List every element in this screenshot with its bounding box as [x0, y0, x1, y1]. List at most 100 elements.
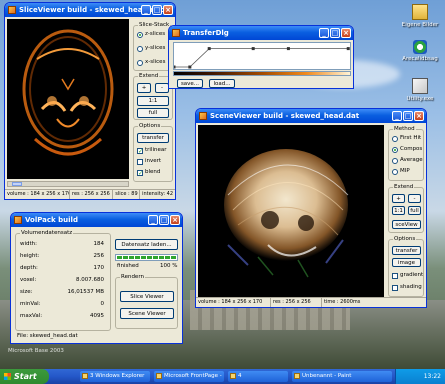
options-group: Options transfer image gradient shading — [388, 236, 424, 297]
group-title: Options — [138, 123, 162, 130]
full-button[interactable]: full — [408, 206, 421, 215]
transfer-control-point[interactable] — [251, 47, 255, 51]
radio-label: MIP — [400, 168, 410, 174]
zoom-in-button[interactable]: + — [137, 83, 151, 93]
radio-label: Compos — [400, 146, 423, 152]
task-label: Microsoft FrontPage - — [164, 373, 222, 379]
taskbar-item-frontpage[interactable]: Microsoft FrontPage - — [154, 371, 224, 382]
minimize-button[interactable]: _ — [141, 5, 151, 15]
window-title: VolPack build — [25, 216, 78, 224]
scene-viewer-window: SceneViewer build - skewed_head.dat _ □ … — [195, 108, 427, 308]
zoom-out-button[interactable]: - — [408, 194, 421, 203]
extend-group: Extend + - 1:1 full sceView — [388, 184, 424, 233]
transfer-control-point[interactable] — [172, 65, 176, 69]
invert-checkbox[interactable] — [137, 159, 143, 165]
progress-fill — [117, 256, 176, 259]
slice-viewer-titlebar[interactable]: SliceViewer build - skewed_head.dat _ □ … — [5, 3, 175, 17]
maximize-button[interactable]: □ — [403, 111, 413, 121]
radio-label: First Hit — [400, 135, 422, 141]
x-slices-radio[interactable] — [137, 60, 143, 66]
taskbar-item-paint[interactable]: Unbenannt - Paint — [292, 371, 392, 382]
radio-label: z-slices — [145, 31, 166, 37]
scene-viewer-button[interactable]: Scene Viewer — [120, 308, 174, 319]
transfer-control-point[interactable] — [286, 47, 290, 51]
field-value: 16,01537 MB — [67, 289, 104, 295]
zoom-in-button[interactable]: + — [392, 194, 405, 203]
scroll-thumb[interactable] — [12, 182, 22, 186]
slice-scrollbar[interactable] — [7, 181, 129, 187]
transfer-control-point[interactable] — [207, 47, 211, 51]
compos-radio[interactable] — [392, 147, 398, 153]
average-radio[interactable] — [392, 158, 398, 164]
checkbox-label: gradient — [400, 272, 424, 278]
shading-checkbox[interactable] — [392, 285, 398, 291]
load-button[interactable]: load... — [209, 79, 235, 88]
full-button[interactable]: full — [137, 108, 169, 118]
field-label: size: — [20, 289, 33, 295]
file-label: File: skewed_head.dat — [17, 333, 78, 339]
close-button[interactable]: × — [170, 215, 180, 225]
field-label: height: — [20, 253, 40, 259]
maximize-button[interactable]: □ — [159, 215, 169, 225]
transfer-control-point[interactable] — [346, 47, 350, 51]
zoom-out-button[interactable]: - — [155, 83, 169, 93]
slice-viewer-window: SliceViewer build - skewed_head.dat _ □ … — [4, 2, 176, 200]
scene-view-button[interactable]: sceView — [392, 220, 421, 229]
desktop-icon-pictures[interactable]: Eigene Bilder — [400, 4, 440, 28]
radio-label: y-slices — [145, 45, 166, 51]
transfer-dialog-titlebar[interactable]: TransferDlg _ □ × — [169, 26, 353, 40]
gradient-checkbox[interactable] — [392, 273, 398, 279]
z-slices-radio[interactable] — [137, 32, 143, 38]
trilinear-checkbox[interactable]: ✓ — [137, 148, 143, 155]
transfer-button[interactable]: transfer — [137, 133, 169, 143]
minimize-button[interactable]: _ — [392, 111, 402, 121]
slice-viewer-button[interactable]: Slice Viewer — [120, 291, 174, 302]
app-icon — [230, 373, 236, 379]
status-volume: volume : 184 x 256 x 170 — [7, 190, 71, 199]
status-time: time : 2600ms — [324, 299, 361, 305]
group-title: Extend — [393, 184, 415, 191]
taskbar-item-explorer[interactable]: 3 Windows Explorer — [80, 371, 150, 382]
radio-label: Average — [400, 157, 423, 163]
render-image[interactable] — [198, 125, 384, 297]
close-button[interactable]: × — [341, 28, 351, 38]
extend-group: Extend + - 1:1 full — [133, 73, 173, 120]
checkbox-label: invert — [145, 158, 162, 164]
first-hit-radio[interactable] — [392, 136, 398, 142]
load-dataset-button[interactable]: Datensatz laden... — [115, 239, 178, 250]
slice-stack-group: Slice-Stack z-slices y-slices x-slices — [133, 22, 173, 71]
taskbar-item-group[interactable]: 4 — [228, 371, 288, 382]
checkbox-label: shading — [400, 284, 422, 290]
volpack-titlebar[interactable]: VolPack build _ □ × — [11, 213, 182, 227]
save-button[interactable]: save... — [177, 79, 203, 88]
field-value: 4095 — [90, 313, 104, 319]
y-slices-radio[interactable] — [137, 46, 143, 52]
start-label: Start — [14, 372, 37, 381]
blend-checkbox[interactable]: ✓ — [137, 170, 143, 177]
start-button[interactable]: Start — [0, 369, 49, 384]
transfer-curve — [172, 47, 350, 69]
volpack-window: VolPack build _ □ × Volumendatensatz wid… — [10, 212, 183, 344]
maximize-button[interactable]: □ — [152, 5, 162, 15]
transfer-control-point[interactable] — [188, 65, 192, 69]
maximize-button[interactable]: □ — [330, 28, 340, 38]
desktop-icon-app[interactable]: Arecalidbsag — [400, 40, 440, 62]
minimize-button[interactable]: _ — [148, 215, 158, 225]
desktop-icon-utility[interactable]: Utility.exe — [400, 78, 440, 102]
close-button[interactable]: × — [163, 5, 173, 15]
checkbox-label: blend — [145, 169, 161, 175]
field-label: voxel: — [20, 277, 37, 283]
ratio-button[interactable]: 1:1 — [137, 96, 169, 106]
task-label: 3 Windows Explorer — [90, 373, 145, 379]
scene-viewer-titlebar[interactable]: SceneViewer build - skewed_head.dat _ □ … — [196, 109, 426, 123]
ratio-button[interactable]: 1:1 — [392, 206, 405, 215]
close-button[interactable]: × — [414, 111, 424, 121]
task-label: Unbenannt - Paint — [302, 373, 352, 379]
transfer-button[interactable]: transfer — [392, 246, 421, 255]
radio-label: x-slices — [145, 59, 166, 65]
minimize-button[interactable]: _ — [319, 28, 329, 38]
mip-radio[interactable] — [392, 169, 398, 175]
transfer-curve-editor[interactable] — [172, 42, 351, 70]
image-button[interactable]: image — [392, 258, 421, 267]
slice-image[interactable] — [7, 19, 129, 179]
